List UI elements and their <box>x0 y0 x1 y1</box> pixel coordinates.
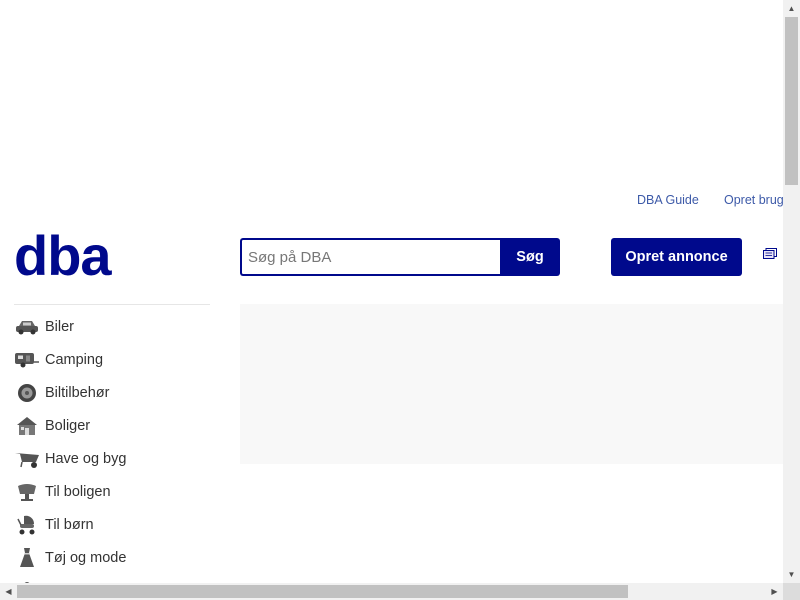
dba-logo[interactable]: dba <box>14 228 112 284</box>
dba-guide-link[interactable]: DBA Guide <box>637 193 699 207</box>
chair-icon <box>18 484 36 501</box>
category-have-og-byg[interactable]: Have og byg <box>14 448 210 472</box>
search-input[interactable] <box>240 238 502 276</box>
category-label: Tøj og mode <box>45 550 127 566</box>
messages-icon[interactable] <box>763 248 777 259</box>
house-icon <box>17 417 37 435</box>
scroll-right-icon[interactable]: ▶ <box>766 583 783 600</box>
page-viewport: DBA Guide Opret brug dba Søg Opret annon… <box>0 0 783 583</box>
category-label: Boliger <box>45 418 91 434</box>
horizontal-scrollbar[interactable]: ◀ ▶ <box>0 583 783 600</box>
stroller-icon <box>17 515 35 535</box>
wheelbarrow-icon <box>15 453 39 468</box>
ad-banner-placeholder <box>240 304 783 464</box>
car-icon <box>16 321 38 335</box>
tire-icon <box>18 384 36 402</box>
category-boliger[interactable]: Boliger <box>14 415 210 439</box>
top-links: DBA Guide Opret brug <box>0 193 783 209</box>
category-label: Camping <box>45 352 104 368</box>
create-user-link[interactable]: Opret brug <box>724 193 783 207</box>
category-sidebar: Biler Camping Biltilbehør Boliger Have o… <box>14 304 210 583</box>
search-bar: Søg <box>240 238 560 276</box>
category-biler[interactable]: Biler <box>14 316 210 340</box>
vertical-scrollbar[interactable]: ▲ ▼ <box>783 0 800 583</box>
scroll-left-icon[interactable]: ◀ <box>0 583 17 600</box>
search-button[interactable]: Søg <box>500 238 560 276</box>
scroll-down-icon[interactable]: ▼ <box>783 566 800 583</box>
category-label: Til børn <box>45 517 94 533</box>
scroll-up-icon[interactable]: ▲ <box>783 0 800 17</box>
scrollbar-corner <box>783 583 800 600</box>
category-til-boligen[interactable]: Til boligen <box>14 481 210 505</box>
category-label: Have og byg <box>45 451 127 467</box>
caravan-icon <box>15 353 39 368</box>
create-ad-button[interactable]: Opret annonce <box>611 238 742 276</box>
category-label: Biler <box>45 319 75 335</box>
dress-icon <box>20 548 34 567</box>
category-camping[interactable]: Camping <box>14 349 210 373</box>
category-label: Biltilbehør <box>45 385 110 401</box>
category-biltilbehor[interactable]: Biltilbehør <box>14 382 210 406</box>
horizontal-scroll-thumb[interactable] <box>17 585 628 598</box>
category-toj-og-mode[interactable]: Tøj og mode <box>14 547 210 571</box>
vertical-scroll-thumb[interactable] <box>785 17 798 185</box>
category-til-born[interactable]: Til børn <box>14 514 210 538</box>
category-label: Til boligen <box>45 484 111 500</box>
